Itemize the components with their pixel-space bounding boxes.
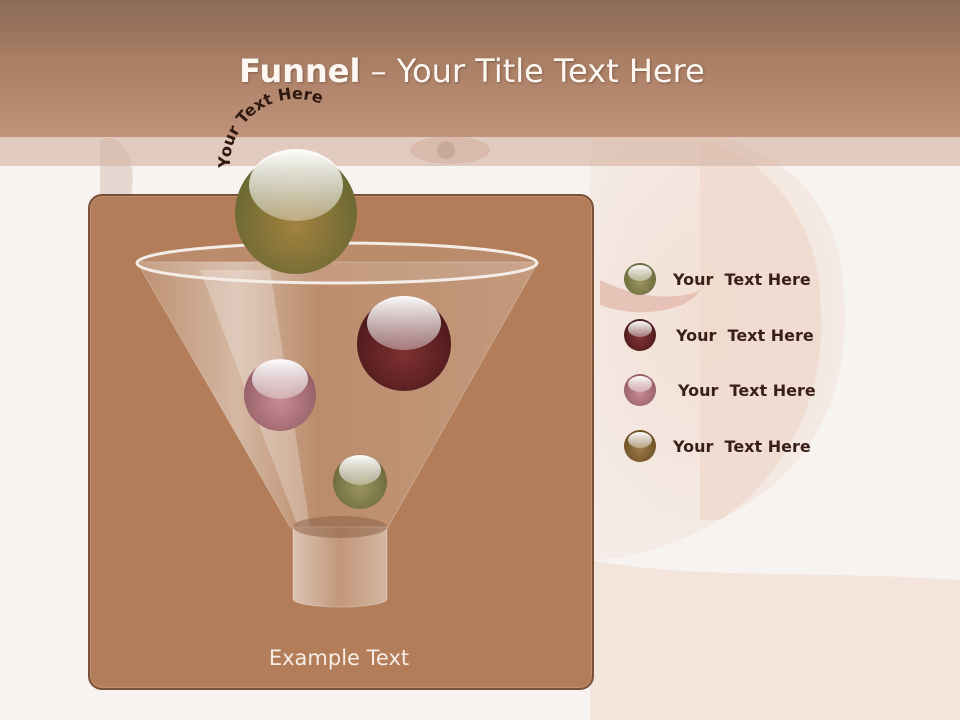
brown-ball-icon — [624, 430, 656, 462]
pink-ball — [244, 359, 316, 431]
legend-item: Your Text Here — [623, 262, 811, 296]
legend-label: Your Text Here — [678, 380, 816, 400]
maroon-ball-icon — [624, 319, 656, 351]
legend-item: Your Text Here — [623, 429, 811, 463]
funnel-spout — [292, 526, 388, 608]
top-ball — [235, 149, 357, 274]
legend-label: Your Text Here — [673, 436, 811, 456]
olive-ball-icon — [624, 263, 656, 295]
legend-item: Your Text Here — [623, 373, 816, 407]
example-text: Example Text — [268, 646, 410, 670]
pink-ball-icon — [624, 374, 656, 406]
legend-label: Your Text Here — [673, 269, 811, 289]
legend-label: Your Text Here — [676, 325, 814, 345]
legend-item: Your Text Here — [623, 318, 814, 352]
olive-ball — [333, 455, 387, 509]
funnel-diagram: Your Text Here — [135, 84, 539, 608]
